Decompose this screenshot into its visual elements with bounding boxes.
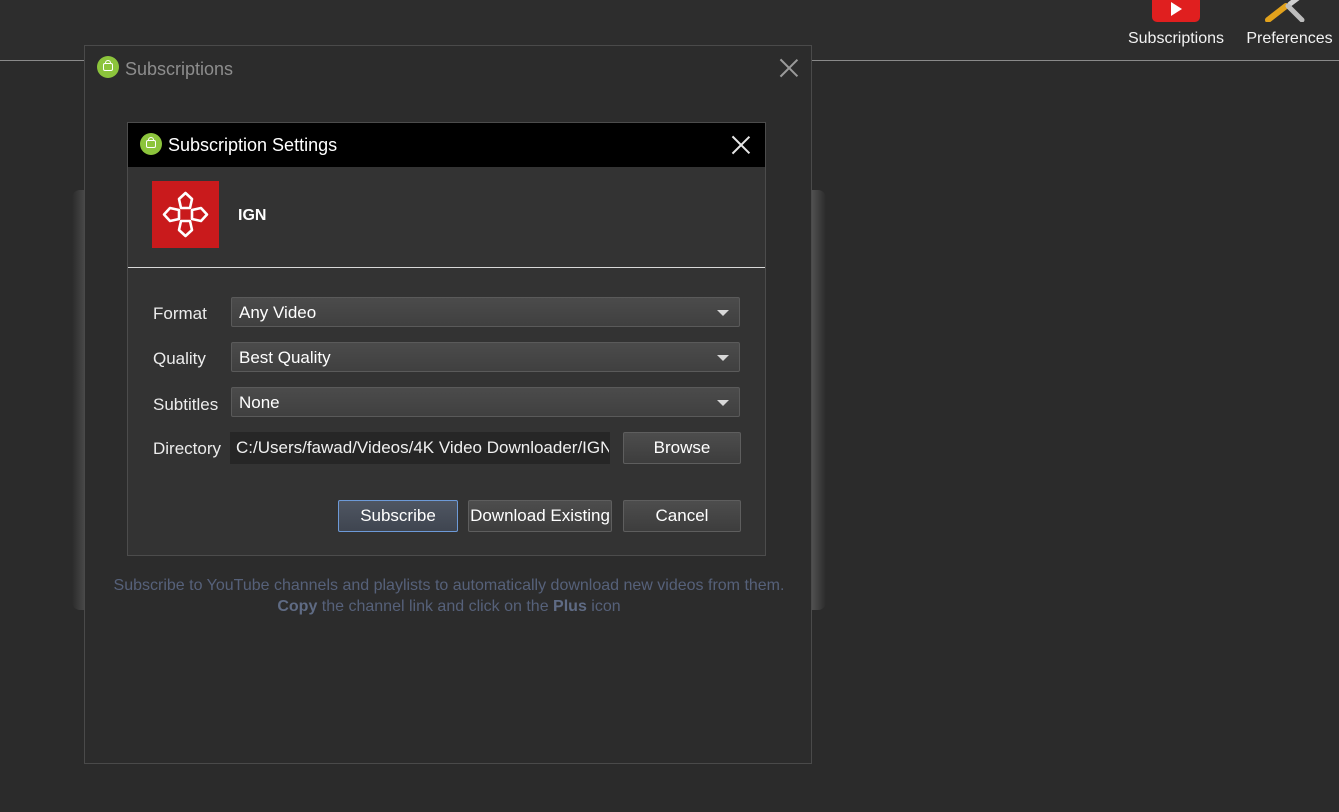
subscriptions-toolbar-label: Subscriptions xyxy=(1127,30,1225,47)
hint-plus-word: Plus xyxy=(553,598,587,615)
subscription-settings-dialog: Subscription Settings IGN Format Any Vid… xyxy=(127,122,766,556)
subtitles-value: None xyxy=(239,393,280,412)
4k-downloader-icon xyxy=(97,56,119,78)
dialog-title: Subscription Settings xyxy=(168,135,338,155)
subscriptions-hint-line2: Copy the channel link and click on the P… xyxy=(85,598,813,616)
quality-value: Best Quality xyxy=(239,348,331,367)
dialog-titlebar: Subscription Settings xyxy=(128,123,765,167)
format-label: Format xyxy=(153,304,207,323)
subtitles-select[interactable]: None xyxy=(231,387,740,417)
directory-label: Directory xyxy=(153,439,222,458)
chevron-down-icon xyxy=(717,400,729,406)
chevron-down-icon xyxy=(717,310,729,316)
preferences-toolbar-button[interactable]: Preferences xyxy=(1240,0,1339,60)
chevron-down-icon xyxy=(717,355,729,361)
hint-end-text: icon xyxy=(586,598,621,615)
youtube-icon xyxy=(1152,0,1200,22)
format-select[interactable]: Any Video xyxy=(231,297,740,327)
cancel-button[interactable]: Cancel xyxy=(623,500,741,532)
ign-logo xyxy=(152,181,219,248)
subscriptions-close-icon[interactable] xyxy=(779,58,799,78)
subscriptions-hint-line1: Subscribe to YouTube channels and playli… xyxy=(113,577,785,594)
quality-label: Quality xyxy=(153,349,206,368)
subscriptions-toolbar-button[interactable]: Subscriptions xyxy=(1120,0,1232,60)
browse-button[interactable]: Browse xyxy=(623,432,741,464)
dialog-close-icon[interactable] xyxy=(731,135,751,155)
hint-copy-word: Copy xyxy=(277,598,318,615)
quality-select[interactable]: Best Quality xyxy=(231,342,740,372)
window-shadow-right xyxy=(812,190,826,610)
directory-input[interactable]: C:/Users/fawad/Videos/4K Video Downloade… xyxy=(230,432,610,464)
app-root: Subscriptions Preferences Subscriptions … xyxy=(0,0,1339,812)
format-value: Any Video xyxy=(239,303,317,322)
subtitles-label: Subtitles xyxy=(153,395,219,414)
channel-name: IGN xyxy=(238,207,267,224)
hint-mid-text: the channel link and click on the xyxy=(317,598,554,615)
4k-downloader-icon xyxy=(140,133,162,155)
download-existing-button[interactable]: Download Existing xyxy=(468,500,612,532)
wrench-screwdriver-icon xyxy=(1265,0,1305,22)
subscriptions-window-title: Subscriptions xyxy=(125,59,234,79)
header-divider xyxy=(128,267,765,268)
preferences-toolbar-label: Preferences xyxy=(1246,30,1333,47)
subscribe-button[interactable]: Subscribe xyxy=(338,500,458,532)
